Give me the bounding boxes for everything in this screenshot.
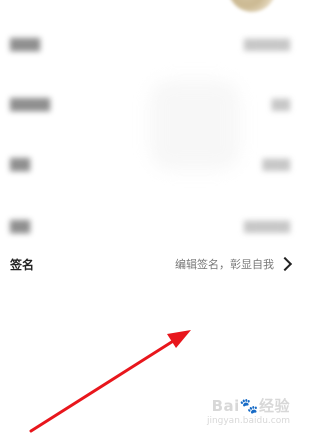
- watermark-main: Bai🐾经验: [211, 397, 290, 415]
- annotation-arrow: [29, 330, 191, 433]
- watermark: Bai🐾经验 jingyan.baidu.com: [207, 395, 290, 426]
- annotation-arrow-head: [167, 330, 191, 348]
- annotation-arrow-shaft: [29, 336, 180, 433]
- watermark-sub: jingyan.baidu.com: [206, 416, 290, 426]
- profile-edit-screen: ▇▇▇ ▇▇▇▇▇ ▇▇▇▇ ▇▇ ▇▇ ▇▇▇ ▇▇ ▇▇▇▇▇ 签名 编辑签…: [0, 0, 300, 440]
